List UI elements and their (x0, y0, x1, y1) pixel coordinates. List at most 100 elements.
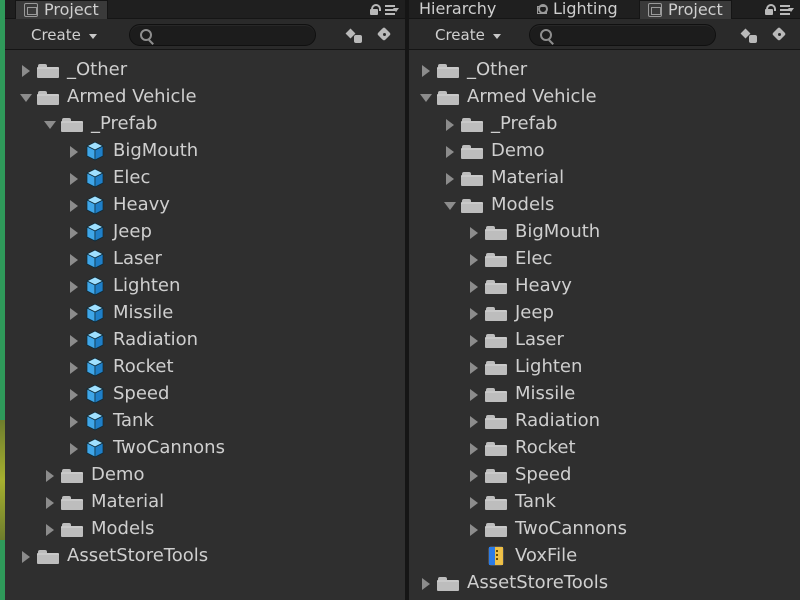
disclosure-expanded-icon[interactable] (19, 91, 32, 103)
tree-row[interactable]: Material (409, 164, 800, 191)
tree-row[interactable]: _Other (5, 56, 405, 83)
search-field[interactable] (529, 24, 716, 47)
tree-row[interactable]: Demo (5, 461, 405, 488)
create-button[interactable]: Create (427, 25, 509, 45)
tree-item-label: BigMouth (113, 140, 199, 161)
disclosure-collapsed-icon[interactable] (443, 118, 455, 131)
tree-row[interactable]: TwoCannons (409, 515, 800, 542)
tree-row[interactable]: _Other (409, 56, 800, 83)
tree-row[interactable]: Models (5, 515, 405, 542)
tree-row[interactable]: BigMouth (5, 137, 405, 164)
disclosure-expanded-icon[interactable] (419, 91, 432, 103)
disclosure-collapsed-icon[interactable] (467, 388, 479, 401)
create-button[interactable]: Create (23, 25, 105, 45)
disclosure-collapsed-icon[interactable] (467, 496, 479, 509)
tree-row[interactable]: Tank (5, 407, 405, 434)
tree-row[interactable]: Missile (5, 299, 405, 326)
disclosure-collapsed-icon[interactable] (67, 388, 79, 401)
tree-row[interactable]: AssetStoreTools (5, 542, 405, 569)
tab-project[interactable]: Project (639, 0, 732, 19)
search-input[interactable] (556, 25, 705, 47)
disclosure-collapsed-icon[interactable] (67, 280, 79, 293)
tree-row[interactable]: Missile (409, 380, 800, 407)
disclosure-collapsed-icon[interactable] (67, 361, 79, 374)
tree-row[interactable]: Elec (409, 245, 800, 272)
tree-row[interactable]: Laser (5, 245, 405, 272)
disclosure-collapsed-icon[interactable] (19, 64, 31, 77)
tag-icon[interactable] (377, 27, 393, 43)
tree-row[interactable]: Heavy (409, 272, 800, 299)
tab-lighting[interactable]: Lighting (527, 0, 626, 18)
disclosure-collapsed-icon[interactable] (67, 307, 79, 320)
disclosure-collapsed-icon[interactable] (67, 334, 79, 347)
tree-item-label: Models (491, 194, 555, 215)
tree-row[interactable]: Speed (5, 380, 405, 407)
disclosure-collapsed-icon[interactable] (43, 469, 55, 482)
disclosure-collapsed-icon[interactable] (467, 307, 479, 320)
disclosure-collapsed-icon[interactable] (443, 172, 455, 185)
tab-project[interactable]: Project (15, 0, 108, 19)
tree-row[interactable]: Armed Vehicle (5, 83, 405, 110)
disclosure-expanded-icon[interactable] (443, 199, 456, 211)
tree-row[interactable]: TwoCannons (5, 434, 405, 461)
tree-row[interactable]: Jeep (5, 218, 405, 245)
tree-row[interactable]: _Prefab (5, 110, 405, 137)
tree-row[interactable]: Radiation (409, 407, 800, 434)
tree-row[interactable]: Lighten (409, 353, 800, 380)
disclosure-collapsed-icon[interactable] (467, 469, 479, 482)
disclosure-collapsed-icon[interactable] (67, 226, 79, 239)
disclosure-collapsed-icon[interactable] (67, 415, 79, 428)
disclosure-collapsed-icon[interactable] (67, 442, 79, 455)
tree-row[interactable]: Jeep (409, 299, 800, 326)
tree-row[interactable]: Models (409, 191, 800, 218)
tree-row[interactable]: AssetStoreTools (409, 569, 800, 596)
tree-row[interactable]: Demo (409, 137, 800, 164)
disclosure-collapsed-icon[interactable] (67, 253, 79, 266)
disclosure-collapsed-icon[interactable] (43, 523, 55, 536)
tree-row[interactable]: Laser (409, 326, 800, 353)
tree-row[interactable]: Heavy (5, 191, 405, 218)
disclosure-collapsed-icon[interactable] (467, 523, 479, 536)
disclosure-collapsed-icon[interactable] (67, 145, 79, 158)
tree-row[interactable]: Radiation (5, 326, 405, 353)
disclosure-collapsed-icon[interactable] (67, 199, 79, 212)
tree-row[interactable]: BigMouth (409, 218, 800, 245)
tree-row[interactable]: Rocket (5, 353, 405, 380)
disclosure-collapsed-icon[interactable] (419, 577, 431, 590)
menu-icon[interactable] (385, 4, 399, 14)
lock-icon[interactable] (764, 4, 776, 15)
tree-row[interactable]: VoxFile (409, 542, 800, 569)
tree-row[interactable]: Speed (409, 461, 800, 488)
disclosure-collapsed-icon[interactable] (419, 64, 431, 77)
disclosure-expanded-icon[interactable] (43, 118, 56, 130)
search-field[interactable] (129, 24, 316, 47)
filter-type-icon[interactable] (347, 27, 363, 43)
disclosure-collapsed-icon[interactable] (43, 496, 55, 509)
lock-icon[interactable] (369, 4, 381, 15)
tree-row[interactable]: Armed Vehicle (409, 83, 800, 110)
filter-type-icon[interactable] (742, 27, 758, 43)
disclosure-collapsed-icon[interactable] (467, 415, 479, 428)
disclosure-collapsed-icon[interactable] (443, 145, 455, 158)
tree-row[interactable]: Rocket (409, 434, 800, 461)
tree-row[interactable]: Material (5, 488, 405, 515)
tab-hierarchy[interactable]: Hierarchy (419, 0, 504, 18)
disclosure-collapsed-icon[interactable] (467, 253, 479, 266)
tree-row[interactable]: _Prefab (409, 110, 800, 137)
menu-icon[interactable] (780, 4, 794, 14)
disclosure-collapsed-icon[interactable] (67, 172, 79, 185)
disclosure-collapsed-icon[interactable] (19, 550, 31, 563)
tag-icon[interactable] (772, 27, 788, 43)
tree-row[interactable]: Lighten (5, 272, 405, 299)
disclosure-collapsed-icon[interactable] (467, 334, 479, 347)
disclosure-collapsed-icon[interactable] (467, 361, 479, 374)
caret-down-icon (492, 33, 501, 39)
search-input[interactable] (156, 25, 305, 47)
disclosure-collapsed-icon[interactable] (467, 280, 479, 293)
disclosure-collapsed-icon[interactable] (467, 226, 479, 239)
folder-icon (437, 89, 459, 105)
tree-row[interactable]: Tank (409, 488, 800, 515)
disclosure-collapsed-icon[interactable] (467, 442, 479, 455)
folder-icon (485, 305, 507, 321)
tree-row[interactable]: Elec (5, 164, 405, 191)
